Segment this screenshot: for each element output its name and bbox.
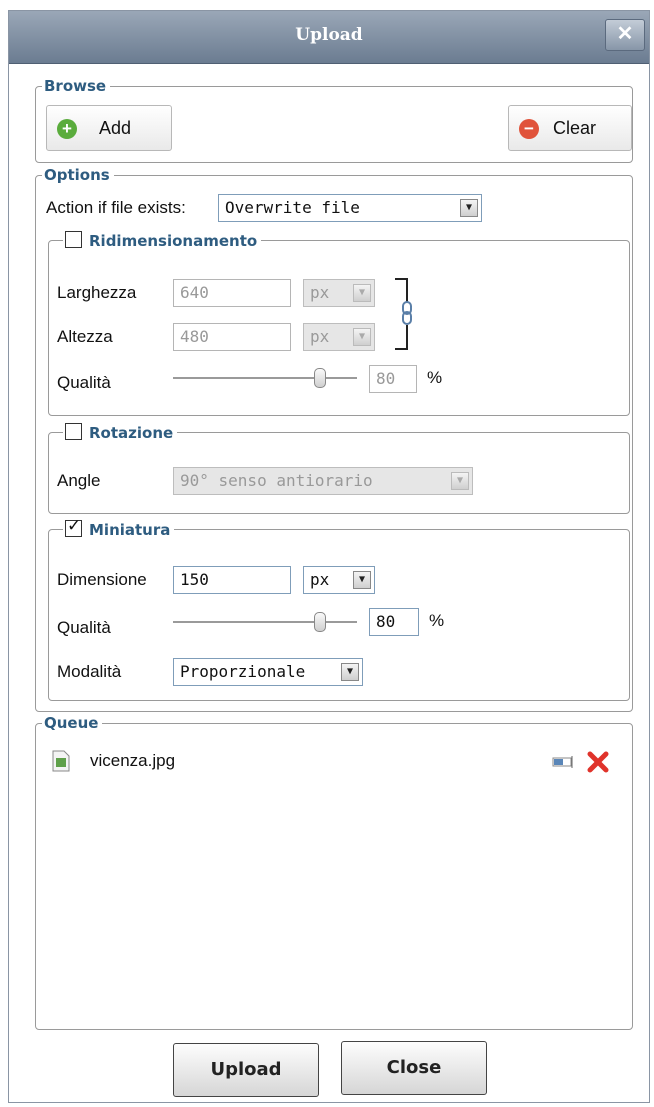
height-unit-value: px	[310, 327, 330, 346]
rotation-fieldset: Rotazione Angle 90° senso antiorario ▼	[48, 423, 630, 514]
thumbnail-mode-select[interactable]: Proporzionale ▼	[173, 658, 363, 686]
action-if-exists-value: Overwrite file	[225, 198, 360, 217]
dialog-title: Upload	[295, 25, 363, 45]
thumbnail-quality-percent: %	[429, 611, 445, 630]
angle-label: Angle	[57, 471, 101, 490]
add-button-label: Add	[99, 118, 132, 138]
chevron-down-icon: ▼	[451, 472, 469, 490]
rotation-legend: Rotazione	[63, 423, 178, 442]
width-unit-value: px	[310, 283, 330, 302]
chevron-down-icon: ▼	[353, 284, 371, 302]
image-file-icon	[52, 750, 70, 772]
add-button[interactable]: + Add	[46, 105, 172, 151]
angle-select[interactable]: 90° senso antiorario ▼	[173, 467, 473, 495]
aspect-lock-link-icon[interactable]	[393, 277, 417, 351]
title-bar[interactable]: Upload ✕	[9, 11, 649, 64]
thumbnail-checkbox[interactable]: ✓	[65, 516, 82, 537]
resize-checkbox[interactable]	[65, 231, 82, 248]
upload-dialog: Upload ✕ Browse + Add − Clear Options Ac…	[8, 10, 650, 1103]
thumbnail-size-label: Dimensione	[57, 570, 147, 589]
resize-quality-slider[interactable]	[173, 377, 357, 379]
angle-value: 90° senso antiorario	[180, 471, 373, 490]
queue-item-name: vicenza.jpg	[90, 751, 176, 770]
close-icon: ✕	[616, 23, 634, 45]
options-fieldset: Options Action if file exists: Overwrite…	[35, 166, 633, 712]
height-input[interactable]: 480	[173, 323, 291, 351]
options-legend: Options	[42, 166, 114, 184]
width-unit-select[interactable]: px ▼	[303, 279, 375, 307]
remove-icon[interactable]	[586, 750, 610, 774]
width-label: Larghezza	[57, 283, 137, 302]
queue-item[interactable]: vicenza.jpg	[44, 744, 624, 780]
thumbnail-fieldset: ✓ Miniatura Dimensione 150 px ▼ Qualità 8…	[48, 517, 630, 701]
thumbnail-quality-input[interactable]: 80	[369, 608, 419, 636]
queue-fieldset: Queue vicenza.jpg	[35, 714, 633, 1030]
resize-legend-label: Ridimensionamento	[89, 232, 258, 250]
resize-legend: Ridimensionamento	[63, 231, 262, 250]
thumbnail-quality-slider-thumb[interactable]	[314, 612, 327, 632]
thumbnail-mode-label: Modalità	[57, 662, 122, 681]
height-unit-select[interactable]: px ▼	[303, 323, 375, 351]
chevron-down-icon: ▼	[353, 571, 371, 589]
resize-quality-label: Qualità	[57, 373, 111, 392]
minus-circle-icon: −	[519, 119, 539, 139]
thumbnail-mode-value: Proporzionale	[180, 662, 306, 681]
thumbnail-unit-select[interactable]: px ▼	[303, 566, 375, 594]
resize-quality-input[interactable]: 80	[369, 365, 417, 393]
rotation-checkbox[interactable]	[65, 423, 82, 440]
thumbnail-legend: ✓ Miniatura	[63, 516, 175, 539]
action-if-exists-label: Action if file exists:	[46, 198, 186, 217]
clear-button-label: Clear	[553, 118, 597, 138]
upload-button[interactable]: Upload	[173, 1043, 319, 1097]
resize-fieldset: Ridimensionamento Larghezza 640 px ▼ Alt…	[48, 231, 630, 416]
chevron-down-icon: ▼	[341, 663, 359, 681]
browse-legend: Browse	[42, 77, 111, 95]
thumbnail-legend-label: Miniatura	[89, 521, 171, 539]
thumbnail-size-input[interactable]: 150	[173, 566, 291, 594]
clear-button[interactable]: − Clear	[508, 105, 632, 151]
plus-circle-icon: +	[57, 119, 77, 139]
thumbnail-quality-slider[interactable]	[173, 621, 357, 623]
resize-quality-slider-thumb[interactable]	[314, 368, 327, 388]
checkmark-icon: ✓	[67, 516, 82, 536]
resize-quality-percent: %	[427, 368, 443, 387]
close-button[interactable]: Close	[341, 1041, 487, 1095]
chevron-down-icon: ▼	[353, 328, 371, 346]
thumbnail-unit-value: px	[310, 570, 330, 589]
chevron-down-icon: ▼	[460, 199, 478, 217]
progress-bar-icon	[552, 756, 573, 768]
close-window-button[interactable]: ✕	[605, 19, 645, 51]
action-if-exists-select[interactable]: Overwrite file ▼	[218, 194, 482, 222]
height-label: Altezza	[57, 327, 113, 346]
thumbnail-quality-label: Qualità	[57, 618, 111, 637]
browse-fieldset: Browse + Add − Clear	[35, 77, 633, 163]
width-input[interactable]: 640	[173, 279, 291, 307]
queue-legend: Queue	[42, 714, 103, 732]
rotation-legend-label: Rotazione	[89, 424, 174, 442]
